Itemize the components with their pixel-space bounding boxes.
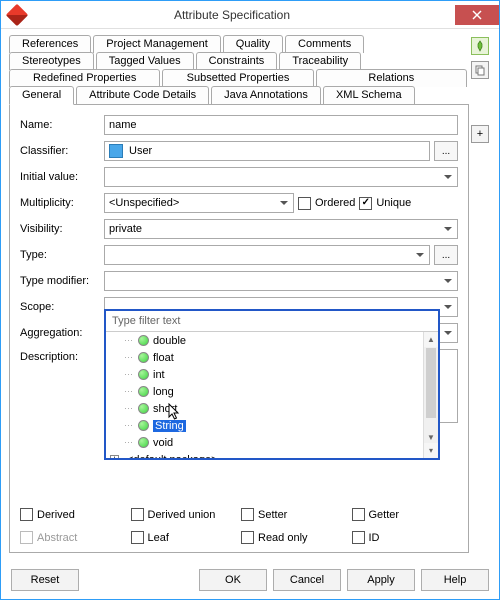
tab-row-1: References Project Management Quality Co…	[9, 35, 469, 53]
type-primitive-icon	[138, 369, 149, 380]
name-label: Name:	[20, 119, 100, 131]
type-primitive-icon	[138, 386, 149, 397]
classifier-field[interactable]: User	[104, 141, 430, 161]
tab-general[interactable]: General	[9, 86, 74, 105]
tab-row-2: Stereotypes Tagged Values Constraints Tr…	[9, 52, 469, 70]
tab-stereotypes[interactable]: Stereotypes	[9, 52, 94, 70]
help-button[interactable]: Help	[421, 569, 489, 591]
tab-traceability[interactable]: Traceability	[279, 52, 361, 70]
ok-button[interactable]: OK	[199, 569, 267, 591]
name-field[interactable]: name	[104, 115, 458, 135]
dialog-buttons: Reset OK Cancel Apply Help	[1, 561, 499, 599]
tree-item-float[interactable]: ⋯float	[106, 349, 438, 366]
derived-checkbox[interactable]: Derived	[20, 508, 127, 521]
type-modifier-field[interactable]	[104, 271, 458, 291]
classifier-browse-button[interactable]: ...	[434, 141, 458, 161]
cancel-button[interactable]: Cancel	[273, 569, 341, 591]
tree-item-int[interactable]: ⋯int	[106, 366, 438, 383]
tree-item-void[interactable]: ⋯void	[106, 434, 438, 451]
type-dropdown-popup: Type filter text ⋯double ⋯float ⋯int ⋯lo…	[104, 309, 440, 460]
type-primitive-icon	[138, 437, 149, 448]
close-button[interactable]	[455, 5, 499, 25]
tree-item-default-package[interactable]: +<default package>	[106, 451, 438, 458]
popup-scrollbar[interactable]: ▲ ▼ ▾	[423, 332, 438, 458]
type-label: Type:	[20, 249, 100, 261]
derived-union-checkbox[interactable]: Derived union	[131, 508, 238, 521]
setter-checkbox[interactable]: Setter	[241, 508, 348, 521]
tab-project-management[interactable]: Project Management	[93, 35, 221, 53]
scroll-down-icon[interactable]: ▼	[424, 431, 438, 443]
expand-icon[interactable]: +	[110, 455, 119, 458]
side-toolbar: +	[469, 35, 491, 553]
tab-references[interactable]: References	[9, 35, 91, 53]
tab-redefined-properties[interactable]: Redefined Properties	[9, 69, 160, 87]
scroll-down-corner: ▾	[424, 443, 438, 458]
abstract-checkbox: Abstract	[20, 531, 127, 544]
initial-value-field[interactable]	[104, 167, 458, 187]
reset-button[interactable]: Reset	[11, 569, 79, 591]
tab-xml-schema[interactable]: XML Schema	[323, 86, 415, 105]
scroll-thumb[interactable]	[426, 348, 436, 418]
type-primitive-icon	[138, 420, 149, 431]
type-primitive-icon	[138, 352, 149, 363]
pin-icon[interactable]	[471, 37, 489, 55]
add-button[interactable]: +	[471, 125, 489, 143]
description-label: Description:	[20, 349, 100, 363]
tab-constraints[interactable]: Constraints	[196, 52, 278, 70]
tree-item-short[interactable]: ⋯short	[106, 400, 438, 417]
tab-row-3: Redefined Properties Subsetted Propertie…	[9, 69, 469, 87]
window-title: Attribute Specification	[9, 8, 455, 22]
tab-attribute-code-details[interactable]: Attribute Code Details	[76, 86, 209, 105]
getter-checkbox[interactable]: Getter	[352, 508, 459, 521]
type-modifier-label: Type modifier:	[20, 275, 100, 287]
flags-grid: Derived Derived union Setter Getter Abst…	[20, 508, 458, 544]
tab-relations[interactable]: Relations	[316, 69, 467, 87]
tab-java-annotations[interactable]: Java Annotations	[211, 86, 321, 105]
tree-item-double[interactable]: ⋯double	[106, 332, 438, 349]
name-value: name	[109, 119, 137, 131]
visibility-value: private	[109, 223, 142, 235]
multiplicity-field[interactable]: <Unspecified>	[104, 193, 294, 213]
scroll-up-icon[interactable]: ▲	[424, 332, 438, 347]
multiplicity-value: <Unspecified>	[109, 197, 179, 209]
tab-quality[interactable]: Quality	[223, 35, 283, 53]
type-browse-button[interactable]: ...	[434, 245, 458, 265]
apply-button[interactable]: Apply	[347, 569, 415, 591]
tab-comments[interactable]: Comments	[285, 35, 364, 53]
type-filter-input[interactable]: Type filter text	[106, 311, 438, 332]
tree-item-string[interactable]: ⋯String	[106, 417, 438, 434]
initial-value-label: Initial value:	[20, 171, 100, 183]
classifier-label: Classifier:	[20, 145, 100, 157]
aggregation-label: Aggregation:	[20, 327, 100, 339]
tab-tagged-values[interactable]: Tagged Values	[96, 52, 194, 70]
titlebar: Attribute Specification	[1, 1, 499, 29]
classifier-value: User	[129, 145, 152, 157]
unique-checkbox[interactable]: Unique	[359, 197, 411, 210]
type-primitive-icon	[138, 403, 149, 414]
id-checkbox[interactable]: ID	[352, 531, 459, 544]
type-field[interactable]	[104, 245, 430, 265]
class-icon	[109, 144, 123, 158]
visibility-label: Visibility:	[20, 223, 100, 235]
ordered-checkbox[interactable]: Ordered	[298, 197, 355, 210]
tab-panel-general: Name: name Classifier: User ... Initial …	[9, 104, 469, 553]
content-area: References Project Management Quality Co…	[1, 29, 499, 561]
read-only-checkbox[interactable]: Read only	[241, 531, 348, 544]
multiplicity-label: Multiplicity:	[20, 197, 100, 209]
tree-item-long[interactable]: ⋯long	[106, 383, 438, 400]
leaf-checkbox[interactable]: Leaf	[131, 531, 238, 544]
type-tree: ⋯double ⋯float ⋯int ⋯long ⋯short ⋯String…	[106, 332, 438, 458]
visibility-field[interactable]: private	[104, 219, 458, 239]
dialog-window: Attribute Specification References Proje…	[0, 0, 500, 600]
tab-subsetted-properties[interactable]: Subsetted Properties	[162, 69, 313, 87]
scope-label: Scope:	[20, 301, 100, 313]
tab-row-4: General Attribute Code Details Java Anno…	[9, 86, 469, 105]
copy-icon[interactable]	[471, 61, 489, 79]
type-primitive-icon	[138, 335, 149, 346]
